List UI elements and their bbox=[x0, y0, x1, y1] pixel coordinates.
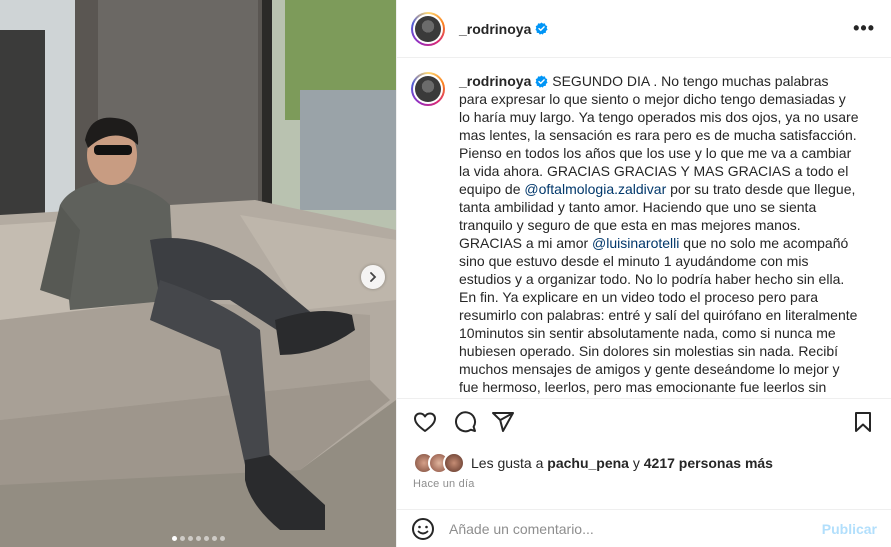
liker-username[interactable]: pachu_pena bbox=[547, 455, 629, 471]
comment-icon[interactable] bbox=[453, 410, 477, 434]
carousel-indicator bbox=[0, 536, 396, 541]
photo-illustration bbox=[0, 0, 396, 547]
post-header: _rodrinoya ••• bbox=[397, 0, 891, 58]
carousel-dot bbox=[171, 536, 177, 541]
action-bar bbox=[413, 410, 875, 438]
caption-segment: GRACIAS a mi amor bbox=[459, 235, 593, 251]
comments-area[interactable]: _rodrinoya SEGUNDO DIA . No tengo muchas… bbox=[397, 58, 891, 399]
verified-badge-icon bbox=[535, 75, 548, 88]
carousel-dot bbox=[219, 536, 225, 541]
avatar[interactable] bbox=[411, 11, 445, 46]
add-comment-bar: Añade un comentario... Publicar bbox=[397, 509, 891, 547]
publish-button[interactable]: Publicar bbox=[822, 521, 877, 537]
post-photo[interactable] bbox=[0, 0, 396, 547]
carousel-dot bbox=[195, 536, 201, 541]
caption: _rodrinoya SEGUNDO DIA . No tengo muchas… bbox=[397, 58, 891, 398]
carousel-dot bbox=[187, 536, 193, 541]
post-timestamp[interactable]: Hace un día bbox=[413, 478, 475, 490]
chevron-right-icon bbox=[370, 272, 377, 282]
carousel-dot bbox=[211, 536, 217, 541]
likes-count[interactable]: 4217 personas más bbox=[644, 455, 773, 471]
more-options-icon[interactable]: ••• bbox=[853, 18, 875, 39]
likes-summary: Les gusta a pachu_pena y 4217 personas m… bbox=[413, 452, 773, 474]
bookmark-icon[interactable] bbox=[851, 410, 875, 434]
emoji-icon[interactable] bbox=[411, 517, 435, 541]
share-icon[interactable] bbox=[491, 410, 515, 434]
verified-badge-icon bbox=[535, 22, 548, 35]
heart-icon[interactable] bbox=[413, 410, 437, 434]
caption-segment: SEGUNDO DIA . No tengo muchas palabras p… bbox=[459, 73, 859, 197]
mention-link[interactable]: @luisinarotelli bbox=[592, 235, 679, 251]
mention-link[interactable]: @oftalmologia.zaldivar bbox=[524, 181, 666, 197]
likes-prefix: Les gusta a bbox=[471, 455, 544, 471]
caption-segment: En fin. Ya explicare en un video todo el… bbox=[459, 289, 858, 398]
carousel-dot bbox=[179, 536, 185, 541]
liker-avatars[interactable] bbox=[413, 452, 465, 474]
post-detail-panel: _rodrinoya ••• _rodrinoya SEGUNDO DIA . … bbox=[396, 0, 891, 547]
carousel-next-button[interactable] bbox=[361, 265, 385, 289]
carousel-dot bbox=[203, 536, 209, 541]
caption-username[interactable]: _rodrinoya bbox=[459, 73, 531, 89]
caption-avatar[interactable] bbox=[411, 72, 445, 106]
caption-text: _rodrinoya SEGUNDO DIA . No tengo muchas… bbox=[459, 72, 859, 398]
author-username[interactable]: _rodrinoya bbox=[459, 21, 531, 37]
comment-input[interactable]: Añade un comentario... bbox=[449, 521, 822, 537]
likes-mid: y bbox=[632, 455, 640, 471]
